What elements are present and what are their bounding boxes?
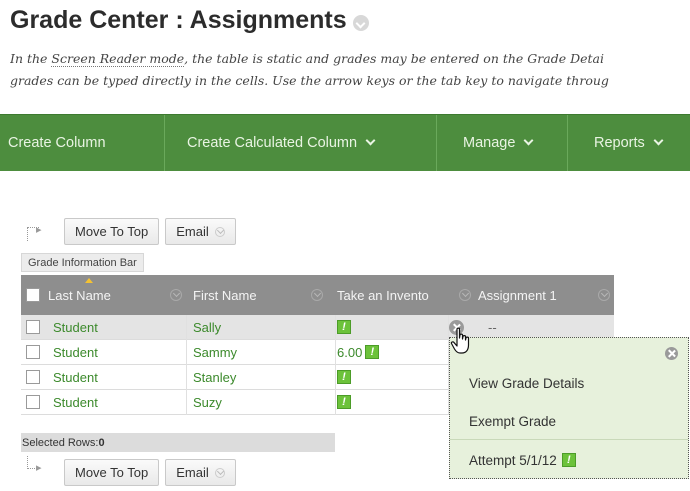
- create-column-label: Create Column: [8, 135, 106, 151]
- email-button[interactable]: Email: [165, 218, 236, 245]
- table-row[interactable]: Student Sammy: [21, 340, 335, 365]
- column-header-take-an-inventory[interactable]: Take an Invento: [335, 275, 475, 315]
- help-line-1: In the Screen Reader mode, the table is …: [10, 48, 690, 70]
- row-checkbox[interactable]: [26, 365, 40, 389]
- screen-reader-mode-link[interactable]: Screen Reader mode: [51, 51, 185, 67]
- column-title: Assignment 1: [478, 287, 557, 303]
- help-suffix: , the table is static and grades may be …: [184, 51, 604, 66]
- last-name-cell[interactable]: Student: [53, 315, 98, 339]
- attempt-item[interactable]: Attempt 5/1/12: [450, 442, 688, 478]
- help-prefix: In the: [10, 51, 52, 66]
- column-title: Take an Invento: [337, 287, 429, 303]
- first-name-cell[interactable]: Sally: [193, 315, 221, 339]
- selected-rows-bar: Selected Rows: 0: [21, 433, 335, 452]
- manage-label: Manage: [463, 135, 516, 151]
- email-label: Email: [176, 465, 209, 480]
- needs-grading-icon: [561, 453, 576, 467]
- chevron-down-icon: [214, 467, 225, 478]
- title-options-icon[interactable]: [352, 14, 369, 31]
- needs-grading-icon: [337, 395, 351, 409]
- row-checkbox[interactable]: [26, 315, 40, 339]
- column-title: First Name: [193, 287, 257, 303]
- column-header-last-name[interactable]: Last Name: [26, 275, 186, 315]
- column-header-assignment-1[interactable]: Assignment 1: [478, 275, 614, 315]
- menu-divider: [450, 439, 688, 440]
- first-name-cell[interactable]: Suzy: [193, 390, 222, 414]
- select-all-checkbox[interactable]: [26, 288, 40, 302]
- grade-context-menu: View Grade Details Exempt Grade Attempt …: [449, 337, 689, 479]
- table-row[interactable]: Student Suzy: [21, 390, 335, 415]
- first-name-cell[interactable]: Sammy: [193, 340, 237, 364]
- grade-center-page: Grade Center : Assignments In the Screen…: [0, 0, 690, 491]
- email-button[interactable]: Email: [165, 459, 236, 486]
- first-name-cell[interactable]: Stanley: [193, 365, 236, 389]
- chevron-down-icon: [214, 226, 225, 237]
- chevron-down-icon: [653, 135, 664, 145]
- page-title-text: Grade Center : Assignments: [10, 6, 347, 34]
- help-line-2: grades can be typed directly in the cell…: [10, 73, 609, 88]
- create-calculated-column-button[interactable]: Create Calculated Column: [165, 115, 437, 171]
- help-text: In the Screen Reader mode, the table is …: [10, 48, 690, 92]
- row-checkbox[interactable]: [26, 390, 40, 414]
- column-title: Last Name: [48, 287, 111, 303]
- grade-information-bar[interactable]: Grade Information Bar: [21, 253, 144, 272]
- column-header-first-name[interactable]: First Name: [193, 275, 327, 315]
- last-name-cell[interactable]: Student: [53, 365, 98, 389]
- table-row-grade[interactable]: [335, 365, 448, 390]
- manage-button[interactable]: Manage: [437, 115, 568, 171]
- page-title: Grade Center : Assignments: [10, 6, 369, 35]
- view-grade-details-item[interactable]: View Grade Details: [450, 365, 688, 401]
- column-divider: [186, 315, 187, 415]
- table-row[interactable]: Student Stanley: [21, 365, 335, 390]
- email-label: Email: [176, 224, 209, 239]
- top-action-bar: Move To Top Email: [64, 218, 236, 245]
- needs-grading-icon: [365, 345, 380, 359]
- attempt-label: Attempt 5/1/12: [469, 452, 557, 468]
- move-to-top-button[interactable]: Move To Top: [64, 218, 160, 245]
- action-toolbar: Create Column Create Calculated Column M…: [0, 114, 690, 171]
- move-to-top-button[interactable]: Move To Top: [64, 459, 160, 486]
- reports-label: Reports: [594, 135, 645, 151]
- bottom-action-bar: Move To Top Email: [64, 459, 236, 486]
- column-menu-icon[interactable]: [170, 289, 182, 301]
- column-menu-icon[interactable]: [598, 289, 610, 301]
- selected-rows-label: Selected Rows:: [22, 436, 99, 449]
- needs-grading-icon: [337, 320, 351, 334]
- column-menu-icon[interactable]: [311, 289, 323, 301]
- create-calculated-column-label: Create Calculated Column: [187, 135, 358, 151]
- grade-value: 6.00: [337, 344, 363, 360]
- create-column-button[interactable]: Create Column: [0, 115, 165, 171]
- grade-cell[interactable]: 6.00: [337, 340, 380, 364]
- column-divider: [335, 315, 336, 415]
- top-action-arrowhead-icon: ▸: [36, 224, 42, 236]
- exempt-grade-item[interactable]: Exempt Grade: [450, 403, 688, 439]
- assignment-cell[interactable]: --: [488, 315, 497, 339]
- grade-cell[interactable]: [337, 390, 351, 414]
- table-row-grade[interactable]: 6.00: [335, 340, 448, 365]
- last-name-cell[interactable]: Student: [53, 340, 98, 364]
- grade-cell[interactable]: [337, 315, 351, 339]
- close-icon[interactable]: [665, 347, 678, 360]
- hand-cursor-icon: [450, 327, 470, 354]
- needs-grading-icon: [337, 370, 351, 384]
- grade-cell[interactable]: [337, 365, 351, 389]
- table-row-grade[interactable]: [335, 390, 448, 415]
- bottom-action-arrowhead-icon: ▸: [36, 462, 42, 474]
- last-name-cell[interactable]: Student: [53, 390, 98, 414]
- row-checkbox[interactable]: [26, 340, 40, 364]
- reports-button[interactable]: Reports: [568, 115, 690, 171]
- column-menu-icon[interactable]: [459, 289, 471, 301]
- chevron-down-icon: [523, 135, 534, 145]
- selected-rows-count: 0: [98, 436, 105, 449]
- chevron-down-icon: [365, 135, 376, 145]
